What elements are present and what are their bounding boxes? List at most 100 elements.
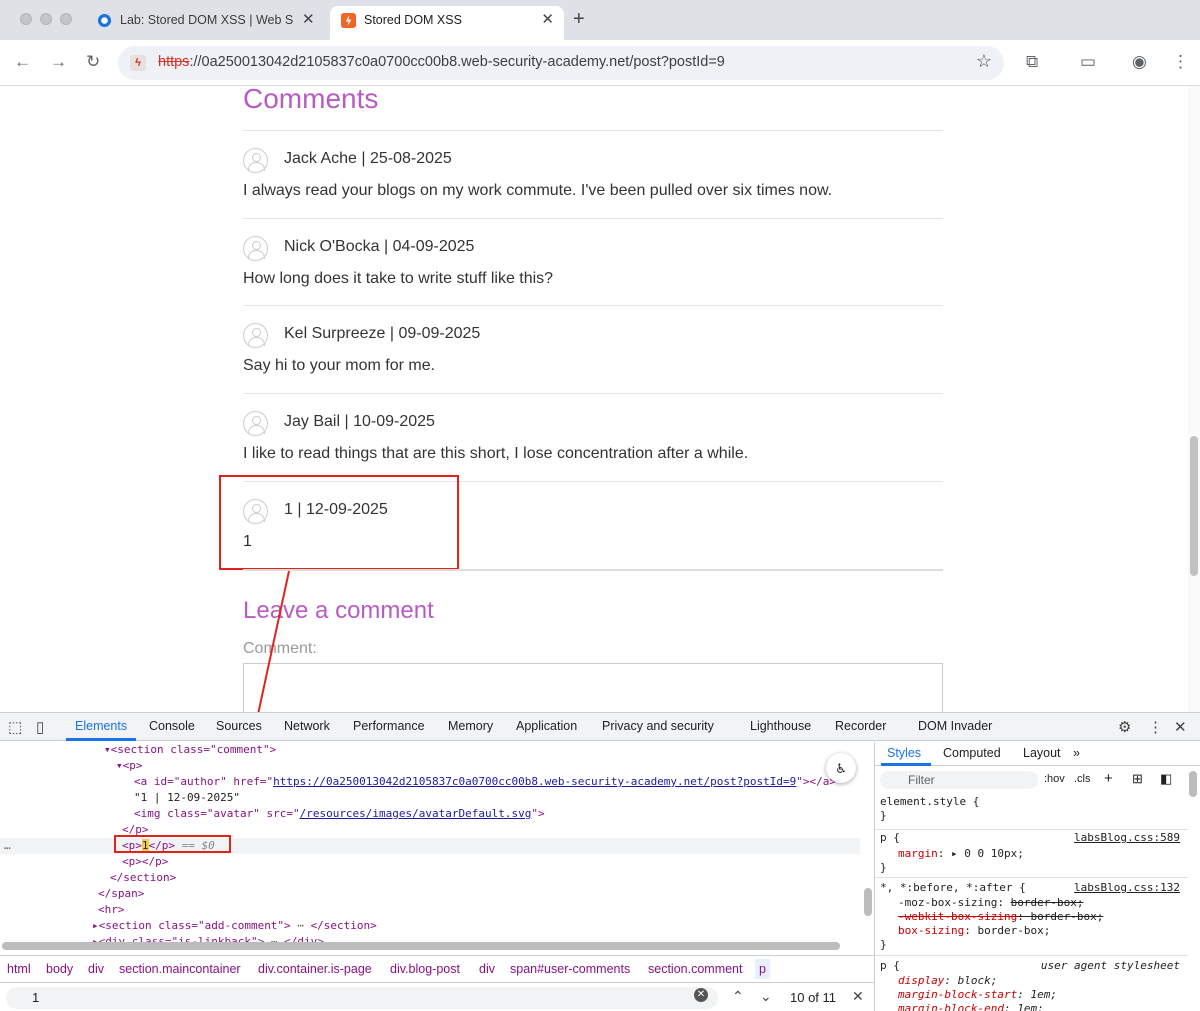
close-find-icon[interactable]: ✕: [852, 988, 864, 1005]
rule-selector[interactable]: p {: [880, 959, 900, 973]
back-arrow-icon[interactable]: ←: [14, 52, 31, 72]
previous-match-icon[interactable]: ⌃: [732, 988, 744, 1005]
devtools-tab-performance[interactable]: Performance: [353, 719, 425, 733]
breadcrumb-item[interactable]: div: [479, 962, 495, 976]
dom-text-node[interactable]: "1 | 12-09-2025": [0, 790, 240, 806]
rule-close: }: [880, 809, 887, 822]
css-declaration[interactable]: margin-block-start: 1em;: [898, 988, 1057, 1002]
dom-node-section-close[interactable]: </section>: [0, 870, 176, 886]
styles-filter-input[interactable]: Filter: [880, 771, 1038, 789]
dom-node-p[interactable]: ▾<p>: [0, 758, 143, 774]
css-declaration[interactable]: margin: ▸ 0 0 10px;: [898, 847, 1024, 861]
breadcrumb-item[interactable]: div.container.is-page: [258, 962, 372, 976]
tab-stored-dom-xss[interactable]: Stored DOM XSS ✕: [330, 6, 564, 40]
extensions-icon[interactable]: ⧉: [1026, 52, 1038, 72]
element-style-rule[interactable]: element.style {: [880, 795, 979, 809]
devtools-tab-recorder[interactable]: Recorder: [835, 719, 886, 733]
devtools-tab-network[interactable]: Network: [284, 719, 330, 733]
breadcrumb-item[interactable]: div.blog-post: [390, 962, 460, 976]
breadcrumb-item[interactable]: div: [88, 962, 104, 976]
rule-selector[interactable]: *, *:before, *:after {: [880, 881, 1026, 895]
close-devtools-icon[interactable]: ✕: [1174, 718, 1187, 736]
devtools-tab-elements[interactable]: Elements: [75, 719, 127, 733]
dom-img-src[interactable]: /resources/images/avatarDefault.svg: [300, 807, 532, 820]
breadcrumb-item[interactable]: span#user-comments: [510, 962, 630, 976]
url-text[interactable]: https://0a250013042d2105837c0a0700cc00b8…: [158, 54, 725, 70]
toggle-sidebar-icon[interactable]: ◧: [1160, 771, 1172, 787]
devtools-tab-privacy[interactable]: Privacy and security: [602, 719, 714, 733]
css-declaration[interactable]: display: block;: [898, 974, 997, 988]
forward-arrow-icon[interactable]: →: [50, 52, 67, 72]
hover-state-toggle[interactable]: :hov: [1044, 773, 1065, 785]
css-declaration[interactable]: margin-block-end: 1em;: [898, 1002, 1044, 1011]
dom-node-hr[interactable]: <hr>: [0, 902, 125, 918]
class-toggle[interactable]: .cls: [1074, 773, 1091, 785]
breadcrumb-item[interactable]: section.maincontainer: [119, 962, 241, 976]
devtools-tab-application[interactable]: Application: [516, 719, 577, 733]
devtools-tab-console[interactable]: Console: [149, 719, 195, 733]
dom-node-img[interactable]: <img class="avatar" src="/resources/imag…: [0, 806, 545, 822]
reload-icon[interactable]: ↻: [86, 52, 100, 72]
dom-node-a[interactable]: <a id="author" href="https://0a250013042…: [0, 774, 836, 790]
more-tabs-icon[interactable]: »: [1073, 746, 1080, 760]
dom-node-add-comment[interactable]: ▸<section class="add-comment"> ⋯ </secti…: [0, 918, 377, 934]
close-tab-icon[interactable]: ✕: [302, 6, 315, 34]
page-scrollbar[interactable]: [1188, 86, 1200, 712]
next-match-icon[interactable]: ⌄: [760, 988, 772, 1005]
settings-gear-icon[interactable]: ⚙: [1118, 718, 1131, 736]
accessibility-icon[interactable]: ♿: [826, 753, 856, 783]
address-bar[interactable]: ϟ https://0a250013042d2105837c0a0700cc00…: [118, 46, 1004, 80]
new-rule-icon[interactable]: +: [1104, 770, 1113, 787]
comment-text: I always read your blogs on my work comm…: [243, 182, 833, 199]
css-value: 0 0 10px;: [964, 847, 1024, 860]
rule-source-link[interactable]: labsBlog.css:132: [1074, 881, 1180, 894]
menu-kebab-icon[interactable]: ⋮: [1172, 52, 1189, 72]
inspect-element-icon[interactable]: ⬚: [8, 718, 22, 736]
rule-selector[interactable]: p {: [880, 831, 900, 845]
scrollbar-thumb[interactable]: [1190, 436, 1198, 576]
more-actions-icon[interactable]: …: [4, 838, 11, 854]
comment-textarea[interactable]: [243, 663, 943, 712]
dom-node-section[interactable]: ▾<section class="comment">: [0, 742, 276, 758]
not-secure-icon[interactable]: ϟ: [130, 55, 146, 71]
css-declaration[interactable]: box-sizing: border-box;: [898, 924, 1050, 938]
devtools-tab-dom-invader[interactable]: DOM Invader: [918, 719, 992, 733]
devtools-tab-memory[interactable]: Memory: [448, 719, 493, 733]
breadcrumb-item[interactable]: section.comment: [648, 962, 742, 976]
clear-search-icon[interactable]: ✕: [694, 988, 708, 1002]
find-input[interactable]: 1: [6, 987, 718, 1009]
zoom-window-button[interactable]: [60, 13, 72, 25]
profile-icon[interactable]: ◉: [1132, 52, 1147, 72]
paint-roller-icon[interactable]: ⊞: [1132, 771, 1143, 787]
academy-favicon-icon: [97, 13, 112, 28]
close-tab-icon[interactable]: ✕: [541, 6, 554, 34]
close-window-button[interactable]: [20, 13, 32, 25]
css-declaration[interactable]: -webkit-box-sizing: border-box;: [898, 910, 1103, 924]
elements-tree[interactable]: ▾<section class="comment"> ▾<p> <a id="a…: [0, 742, 860, 944]
elements-hscrollbar[interactable]: [2, 942, 840, 950]
layout-tab[interactable]: Layout: [1023, 746, 1061, 760]
computed-tab[interactable]: Computed: [943, 746, 1001, 760]
devtools-menu-icon[interactable]: ⋮: [1148, 718, 1163, 736]
breadcrumb-item[interactable]: body: [46, 962, 73, 976]
dom-a-href[interactable]: https://0a250013042d2105837c0a0700cc00b8…: [273, 775, 796, 788]
dom-node-p-empty[interactable]: <p></p>: [0, 854, 168, 870]
devtools-tab-lighthouse[interactable]: Lighthouse: [750, 719, 811, 733]
annotation-highlight-box: [219, 475, 459, 570]
breadcrumb-item-current[interactable]: p: [755, 959, 770, 979]
breadcrumb-item[interactable]: html: [7, 962, 31, 976]
styles-tab[interactable]: Styles: [887, 746, 921, 760]
new-tab-button[interactable]: +: [573, 8, 585, 31]
rule-source-link[interactable]: labsBlog.css:589: [1074, 831, 1180, 844]
divider: [243, 393, 943, 394]
elements-vscrollbar[interactable]: [864, 888, 872, 916]
minimize-window-button[interactable]: [40, 13, 52, 25]
styles-scrollbar[interactable]: [1189, 771, 1197, 797]
css-declaration[interactable]: -moz-box-sizing: border-box;: [898, 896, 1083, 910]
tab-lab[interactable]: Lab: Stored DOM XSS | Web S: [86, 6, 322, 40]
device-toolbar-icon[interactable]: ▯: [36, 718, 44, 736]
tab-search-icon[interactable]: ▭: [1080, 52, 1096, 72]
bookmark-star-icon[interactable]: ☆: [976, 51, 992, 72]
devtools-tab-sources[interactable]: Sources: [216, 719, 262, 733]
dom-node-span-close[interactable]: </span>: [0, 886, 144, 902]
